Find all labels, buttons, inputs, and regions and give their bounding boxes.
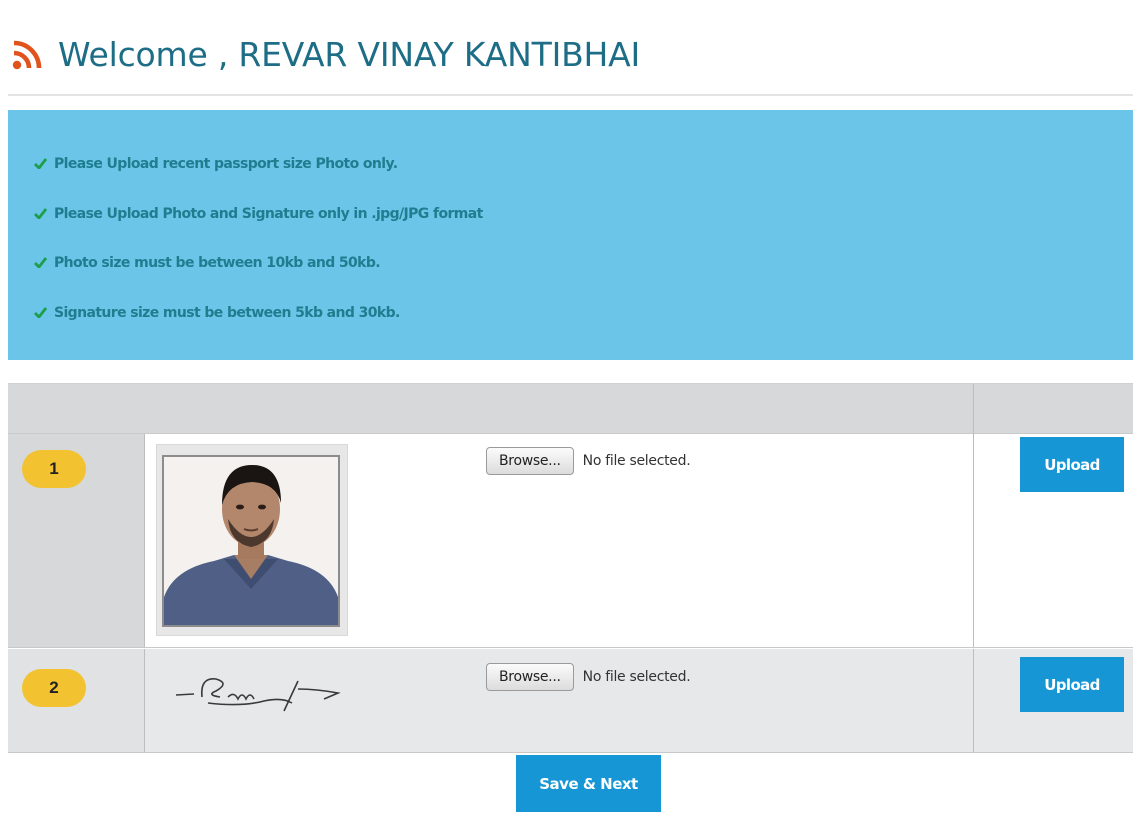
upload-table: 1 Browse... No file selected. Upload 2 B… [8,383,1133,753]
row-number-cell: 1 [8,434,145,647]
instruction-item: Please Upload recent passport size Photo… [34,156,483,206]
instruction-item: Please Upload Photo and Signature only i… [34,206,483,256]
instruction-text: Please Upload recent passport size Photo… [54,156,398,172]
signature-upload-button[interactable]: Upload [1020,657,1124,712]
signature-file-status: No file selected. [582,669,691,685]
photo-action-cell: Upload [973,434,1133,647]
signature-file-input: Browse... No file selected. [486,663,691,691]
signature-action-cell: Upload [973,649,1133,752]
instructions-list: Please Upload recent passport size Photo… [34,156,483,354]
instruction-item: Photo size must be between 10kb and 50kb… [34,255,483,305]
table-header-row [8,384,1133,434]
row-number-badge: 1 [22,450,86,488]
photo-browse-button[interactable]: Browse... [486,447,574,475]
column-divider [973,384,974,434]
rss-icon [12,40,46,75]
passport-photo [162,455,340,627]
photo-upload-row: 1 Browse... No file selected. Upload [8,434,1133,648]
row-number-badge: 2 [22,669,86,707]
signature-preview [172,667,342,722]
page-title: Welcome , REVAR VINAY KANTIBHAI [58,35,641,74]
signature-browse-button[interactable]: Browse... [486,663,574,691]
photo-upload-button[interactable]: Upload [1020,437,1124,492]
check-icon [34,306,54,322]
row-number-cell: 2 [8,649,145,752]
page-header: Welcome , REVAR VINAY KANTIBHAI [8,8,1133,96]
check-icon [34,157,54,173]
instruction-text: Please Upload Photo and Signature only i… [54,205,483,222]
instruction-text: Photo size must be between 10kb and 50kb… [54,255,381,271]
instructions-panel: Please Upload recent passport size Photo… [8,110,1133,360]
check-icon [34,207,54,223]
form-footer: Save & Next [8,753,1133,823]
signature-upload-row: 2 Browse... No file selected. Upload [8,649,1133,753]
check-icon [34,256,54,272]
photo-file-input: Browse... No file selected. [486,447,691,475]
photo-preview [156,444,348,636]
instruction-text: Signature size must be between 5kb and 3… [54,304,400,321]
photo-file-status: No file selected. [582,453,691,469]
instruction-item: Signature size must be between 5kb and 3… [34,305,483,355]
save-next-button[interactable]: Save & Next [516,755,661,812]
